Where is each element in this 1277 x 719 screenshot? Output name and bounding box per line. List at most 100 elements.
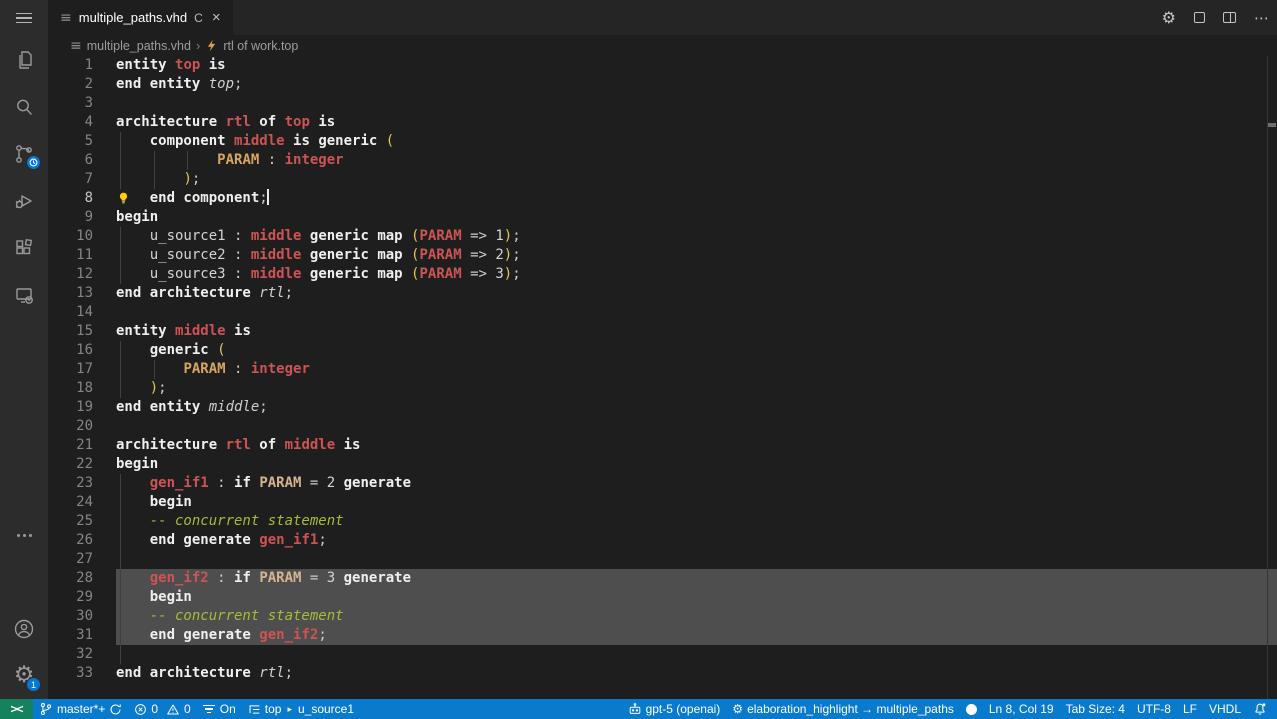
code-line[interactable]: 21architecture rtl of middle is	[48, 436, 1277, 455]
code-line[interactable]: 16 generic (	[48, 341, 1277, 360]
code-line[interactable]: 33end architecture rtl;	[48, 664, 1277, 683]
editor-actions: ⚙ ⋯	[1162, 0, 1269, 35]
code-line[interactable]: 14	[48, 303, 1277, 322]
line-number: 29	[48, 588, 93, 607]
code-line[interactable]: 32	[48, 645, 1277, 664]
code-line[interactable]: 2end entity top;	[48, 75, 1277, 94]
code-line[interactable]: 13end architecture rtl;	[48, 284, 1277, 303]
git-branch-item[interactable]: master*+	[33, 699, 128, 719]
remote-explorer-icon	[12, 283, 36, 307]
settings-gear-icon[interactable]: ⚙	[1162, 8, 1176, 27]
indentation-label: Tab Size: 4	[1066, 702, 1125, 716]
sidebar-item-extensions[interactable]	[0, 224, 48, 271]
code-line[interactable]: 30 -- concurrent statement	[48, 607, 1277, 626]
sidebar-item-source-control[interactable]	[0, 130, 48, 177]
main-area: ≡ multiple_paths.vhd C × ⚙ ⋯ ≡ multiple_…	[48, 0, 1277, 699]
line-number: 4	[48, 113, 93, 132]
close-tab-icon[interactable]: ×	[210, 9, 223, 26]
code-line[interactable]: 1entity top is	[48, 56, 1277, 75]
architecture-symbol-icon	[205, 39, 218, 52]
code-line[interactable]: 29 begin	[48, 588, 1277, 607]
line-number: 25	[48, 512, 93, 531]
code-line[interactable]: 15entity middle is	[48, 322, 1277, 341]
filter-toggle-item[interactable]: On	[197, 699, 242, 719]
gear-icon: ⚙	[732, 702, 743, 716]
code-line[interactable]: 20	[48, 417, 1277, 436]
breadcrumb-file[interactable]: multiple_paths.vhd	[87, 39, 191, 53]
eol-item[interactable]: LF	[1177, 699, 1203, 719]
tab-decoration-badge: C	[194, 11, 203, 25]
code-line[interactable]: 19end entity middle;	[48, 398, 1277, 417]
line-number: 11	[48, 246, 93, 265]
remote-indicator[interactable]: ><	[0, 699, 33, 719]
code-line[interactable]: 8 end component;	[48, 189, 1277, 208]
hamburger-icon	[16, 10, 32, 27]
problems-item[interactable]: 0 0	[128, 699, 196, 719]
code-line[interactable]: 18 );	[48, 379, 1277, 398]
search-icon	[12, 95, 36, 119]
line-number: 20	[48, 417, 93, 436]
more-actions-icon[interactable]: ⋯	[1254, 9, 1269, 27]
menu-button[interactable]	[0, 0, 48, 36]
code-line[interactable]: 11 u_source2 : middle generic map (PARAM…	[48, 246, 1277, 265]
cursor-position-item[interactable]: Ln 8, Col 19	[983, 699, 1060, 719]
line-number: 22	[48, 455, 93, 474]
task-item[interactable]: ⚙ elaboration_highlight → multiple_paths	[726, 699, 960, 719]
code-line[interactable]: 12 u_source3 : middle generic map (PARAM…	[48, 265, 1277, 284]
language-label: VHDL	[1209, 702, 1241, 716]
status-bar: >< master*+ 0 0 On	[0, 699, 1277, 719]
remote-icon: ><	[10, 702, 22, 716]
line-number: 3	[48, 94, 93, 113]
code-line[interactable]: 28 gen_if2 : if PARAM = 3 generate	[48, 569, 1277, 588]
sidebar-item-explorer[interactable]	[0, 36, 48, 83]
line-number: 33	[48, 664, 93, 683]
line-number: 21	[48, 436, 93, 455]
accounts-button[interactable]	[0, 605, 48, 652]
code-line[interactable]: 26 end generate gen_if1;	[48, 531, 1277, 550]
toggle-layout-icon[interactable]	[1194, 12, 1205, 23]
source-control-pending-badge	[26, 155, 41, 170]
code-line[interactable]: 3	[48, 94, 1277, 113]
code-editor[interactable]: 1entity top is2end entity top;34architec…	[48, 56, 1277, 699]
indentation-item[interactable]: Tab Size: 4	[1060, 699, 1131, 719]
additional-views-button[interactable]	[0, 512, 48, 559]
code-line[interactable]: 22begin	[48, 455, 1277, 474]
line-number: 28	[48, 569, 93, 588]
line-number: 1	[48, 56, 93, 75]
code-line[interactable]: 5 component middle is generic (	[48, 132, 1277, 151]
code-line[interactable]: 31 end generate gen_if2;	[48, 626, 1277, 645]
breadcrumb-symbol[interactable]: rtl of work.top	[223, 39, 298, 53]
recording-indicator[interactable]	[960, 699, 983, 719]
code-line[interactable]: 27	[48, 550, 1277, 569]
code-line[interactable]: 4architecture rtl of top is	[48, 113, 1277, 132]
task-label: elaboration_highlight → multiple_paths	[747, 702, 954, 716]
language-mode-item[interactable]: VHDL	[1203, 699, 1247, 719]
filter-state-label: On	[220, 702, 236, 716]
file-icon: ≡	[60, 10, 72, 26]
code-line[interactable]: 17 PARAM : integer	[48, 360, 1277, 379]
model-item[interactable]: gpt-5 (openai)	[622, 699, 727, 719]
line-number: 13	[48, 284, 93, 303]
sidebar-item-remote-explorer[interactable]	[0, 271, 48, 318]
model-label: gpt-5 (openai)	[646, 702, 721, 716]
sidebar-item-run-debug[interactable]	[0, 177, 48, 224]
code-line[interactable]: 25 -- concurrent statement	[48, 512, 1277, 531]
encoding-item[interactable]: UTF-8	[1131, 699, 1177, 719]
code-line[interactable]: 23 gen_if1 : if PARAM = 2 generate	[48, 474, 1277, 493]
scope-child-label: u_source1	[298, 702, 354, 716]
scope-item[interactable]: top ▸ u_source1	[242, 699, 360, 719]
split-editor-icon[interactable]	[1223, 12, 1236, 23]
code-line[interactable]: 6 PARAM : integer	[48, 151, 1277, 170]
code-line[interactable]: 9begin	[48, 208, 1277, 227]
sidebar-item-search[interactable]	[0, 83, 48, 130]
vscode-window: ⚙ 1 ≡ multiple_paths.vhd C × ⚙ ⋯ ≡ multi…	[0, 0, 1277, 719]
code-line[interactable]: 24 begin	[48, 493, 1277, 512]
files-icon	[12, 48, 36, 72]
notifications-item[interactable]	[1247, 699, 1277, 719]
code-line[interactable]: 10 u_source1 : middle generic map (PARAM…	[48, 227, 1277, 246]
manage-button[interactable]: ⚙ 1	[0, 652, 48, 699]
code-line[interactable]: 7 );	[48, 170, 1277, 189]
tab-multiple-paths[interactable]: ≡ multiple_paths.vhd C ×	[48, 0, 233, 35]
record-dot-icon	[966, 704, 977, 715]
tab-label: multiple_paths.vhd	[79, 10, 187, 25]
